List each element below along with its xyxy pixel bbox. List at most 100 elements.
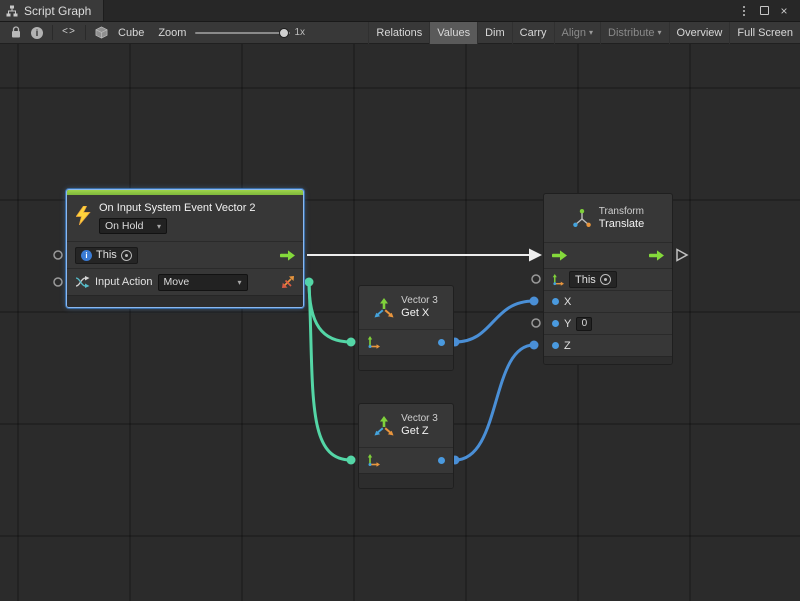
lock-icon[interactable]: [6, 22, 26, 44]
input-action-label: Input Action: [95, 276, 153, 288]
node-translate[interactable]: Transform Translate: [543, 193, 673, 365]
this-label: This: [96, 249, 117, 261]
relations-button[interactable]: Relations: [368, 22, 429, 44]
wire-vector2-to-getx[interactable]: [309, 282, 351, 342]
input-action-value: Move: [164, 276, 190, 288]
float-input-dot[interactable]: [552, 320, 559, 327]
port-translate-exit-triangle[interactable]: [677, 250, 687, 261]
wire-control-arrowhead: [529, 249, 542, 262]
port-getx-input[interactable]: [347, 338, 356, 347]
this-label: This: [575, 274, 596, 286]
translate-z-row: Z: [544, 334, 672, 356]
port-x-label: X: [564, 296, 571, 308]
this-object-field[interactable]: i This: [75, 247, 138, 264]
event-action-row: Input Action Move ▾: [67, 268, 303, 295]
distribute-button[interactable]: Distribute▾: [600, 22, 668, 44]
port-z-label: Z: [564, 340, 571, 352]
axes-icon: [552, 274, 564, 286]
port-translate-x[interactable]: [530, 297, 539, 306]
vector3-icon: [374, 298, 394, 318]
code-view-icon[interactable]: <>: [57, 22, 81, 44]
tab-title: Script Graph: [24, 4, 91, 18]
zoom-label: Zoom: [153, 27, 191, 39]
node-on-input-system-event[interactable]: On Input System Event Vector 2 On Hold ▾…: [66, 189, 304, 308]
dim-button[interactable]: Dim: [477, 22, 512, 44]
chevron-down-icon: ▾: [157, 222, 161, 231]
node-get-z[interactable]: Vector 3 Get Z: [358, 403, 454, 489]
zoom-slider-track: [195, 32, 290, 34]
getz-header: Vector 3 Get Z: [359, 404, 453, 447]
node-title: Get Z: [401, 425, 438, 438]
maximize-icon[interactable]: [754, 0, 774, 22]
port-y-label: Y: [564, 318, 571, 330]
zoom-slider-knob[interactable]: [279, 28, 289, 38]
event-this-row: i This: [67, 241, 303, 268]
port-translate-this[interactable]: [532, 275, 540, 283]
port-event-action[interactable]: [54, 278, 62, 286]
control-input-arrow-icon[interactable]: [552, 250, 567, 261]
translate-flow-row: [544, 242, 672, 268]
node-footer: [544, 356, 672, 364]
translate-this-row: This: [544, 268, 672, 290]
event-mode-value: On Hold: [105, 220, 144, 232]
graph-icon: [6, 5, 18, 17]
control-output-arrow-icon[interactable]: [649, 250, 664, 261]
menu-kebab-icon[interactable]: [734, 0, 754, 22]
script-graph-window: Script Graph × i <> Cube Zoom: [0, 0, 800, 601]
toolbar-separator: [85, 25, 86, 40]
wire-getz-to-z[interactable]: [455, 345, 534, 460]
chevron-down-icon: ▾: [237, 278, 241, 287]
y-value-input[interactable]: 0: [576, 317, 592, 331]
float-input-dot[interactable]: [552, 298, 559, 305]
graph-canvas[interactable]: On Input System Event Vector 2 On Hold ▾…: [0, 44, 800, 601]
port-translate-y[interactable]: [532, 319, 540, 327]
input-action-icon: [75, 276, 90, 288]
node-footer: [359, 473, 453, 488]
wire-vector2-to-getz[interactable]: [309, 282, 351, 460]
inspector-info-icon[interactable]: i: [26, 22, 48, 44]
carry-button[interactable]: Carry: [512, 22, 554, 44]
port-translate-z[interactable]: [530, 341, 539, 350]
transform-icon: [572, 208, 592, 228]
node-footer: [359, 355, 453, 370]
target-picker-icon[interactable]: [121, 250, 132, 261]
window-controls: ×: [734, 0, 800, 21]
chevron-down-icon: ▾: [589, 28, 593, 37]
node-category: Transform: [599, 206, 644, 218]
vector2-output-icon[interactable]: [281, 275, 295, 289]
control-output-arrow-icon[interactable]: [280, 250, 295, 261]
toolbar-buttons: Relations Values Dim Carry Align▾ Distri…: [368, 22, 800, 44]
float-output-dot[interactable]: [438, 339, 445, 346]
port-vector2-output[interactable]: [305, 278, 314, 287]
node-category: Vector 3: [401, 295, 438, 307]
float-output-dot[interactable]: [438, 457, 445, 464]
input-action-dropdown[interactable]: Move ▾: [158, 274, 248, 291]
node-category: Vector 3: [401, 413, 438, 425]
getx-port-row: [359, 329, 453, 355]
zoom-slider[interactable]: [195, 27, 290, 39]
info-icon: i: [81, 250, 92, 261]
chevron-down-icon: ▾: [658, 28, 662, 37]
graph-toolbar: i <> Cube Zoom 1x Relations Values Dim C…: [0, 22, 800, 44]
close-icon[interactable]: ×: [774, 0, 794, 22]
tab-script-graph[interactable]: Script Graph: [0, 0, 104, 21]
float-input-dot[interactable]: [552, 342, 559, 349]
node-title: Translate: [599, 218, 644, 231]
node-get-x[interactable]: Vector 3 Get X: [358, 285, 454, 371]
port-event-this[interactable]: [54, 251, 62, 259]
overview-button[interactable]: Overview: [669, 22, 730, 44]
this-object-field[interactable]: This: [569, 271, 617, 288]
getx-header: Vector 3 Get X: [359, 286, 453, 329]
object-name: Cube: [113, 27, 149, 39]
node-footer: [67, 295, 303, 307]
event-mode-dropdown[interactable]: On Hold ▾: [99, 218, 167, 234]
port-getz-input[interactable]: [347, 456, 356, 465]
fullscreen-button[interactable]: Full Screen: [729, 22, 800, 44]
node-title: On Input System Event Vector 2: [99, 202, 297, 214]
lightning-icon: [76, 206, 91, 225]
align-button[interactable]: Align▾: [554, 22, 600, 44]
titlebar: Script Graph ×: [0, 0, 800, 22]
wire-getx-to-x[interactable]: [455, 301, 534, 342]
values-button[interactable]: Values: [429, 22, 477, 44]
target-picker-icon[interactable]: [600, 274, 611, 285]
